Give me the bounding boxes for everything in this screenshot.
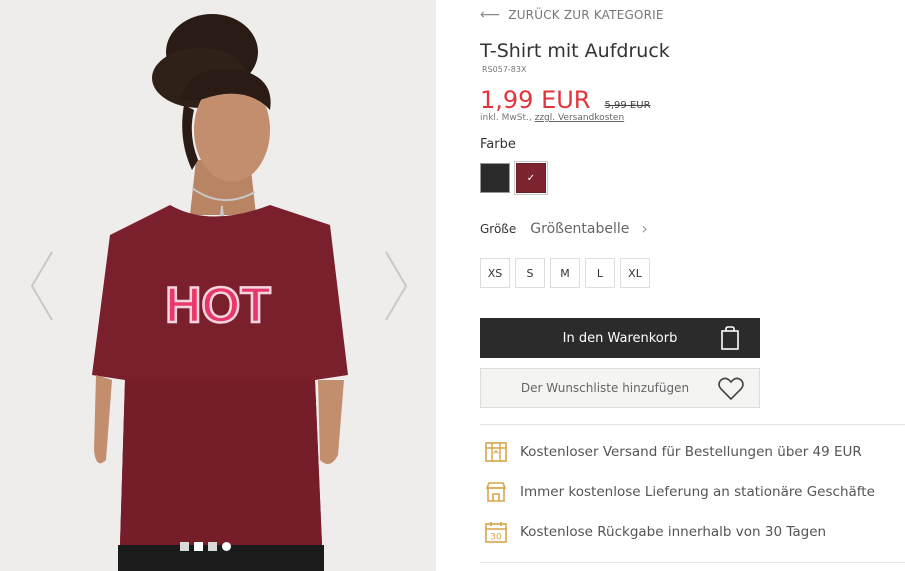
product-photo: HOT xyxy=(0,0,436,571)
color-swatch-burgundy[interactable]: ✓ xyxy=(514,161,548,195)
gallery-prev-arrow[interactable] xyxy=(28,250,58,322)
product-title: T-Shirt mit Aufdruck xyxy=(480,40,670,62)
size-label: Größe xyxy=(480,221,517,236)
benefit-item: Immer kostenlose Lieferung an stationäre… xyxy=(484,480,875,504)
size-options: XS S M L XL xyxy=(480,258,650,288)
benefit-item: 30 Kostenlose Rückgabe innerhalb von 30 … xyxy=(484,520,826,544)
gallery-dots xyxy=(180,542,231,551)
back-label: ZURÜCK ZUR KATEGORIE xyxy=(508,8,664,22)
color-swatch-black[interactable] xyxy=(480,163,510,193)
size-table-link[interactable]: Größentabelle xyxy=(530,221,629,237)
back-to-category-link[interactable]: ⟵ ZURÜCK ZUR KATEGORIE xyxy=(480,7,664,23)
svg-text:30: 30 xyxy=(490,533,502,543)
shirt-print-text: HOT xyxy=(165,277,271,333)
calendar-30-icon: 30 xyxy=(485,522,507,543)
gallery-dot[interactable] xyxy=(180,542,189,551)
benefit-item: Kostenloser Versand für Bestellungen übe… xyxy=(484,440,862,464)
product-sku: RS057-83X xyxy=(482,65,527,74)
divider xyxy=(480,424,905,425)
store-icon xyxy=(485,482,507,502)
checkmark-icon: ✓ xyxy=(526,172,536,184)
size-option-s[interactable]: S xyxy=(515,258,545,288)
benefit-text: Kostenloser Versand für Bestellungen übe… xyxy=(520,444,862,460)
size-row: Größe Größentabelle › xyxy=(480,219,648,238)
gallery-dot[interactable] xyxy=(194,542,203,551)
divider xyxy=(480,562,905,563)
gallery-dot[interactable] xyxy=(222,542,231,551)
price-row: 1,99 EUR 5,99 EUR xyxy=(480,86,651,114)
tax-text: inkl. MwSt., xyxy=(480,113,535,123)
shipping-box-icon xyxy=(485,442,507,462)
color-swatches: ✓ xyxy=(480,161,548,195)
gallery-next-arrow[interactable] xyxy=(380,250,410,322)
benefit-text: Kostenlose Rückgabe innerhalb von 30 Tag… xyxy=(520,524,827,540)
size-option-l[interactable]: L xyxy=(585,258,615,288)
size-option-xs[interactable]: XS xyxy=(480,258,510,288)
add-to-wishlist-label: Der Wunschliste hinzufügen xyxy=(520,381,690,395)
add-to-cart-label: In den Warenkorb xyxy=(562,330,678,346)
tax-info: inkl. MwSt., zzgl. Versandkosten xyxy=(480,113,624,123)
heart-icon xyxy=(718,377,744,401)
benefit-text: Immer kostenlose Lieferung an stationäre… xyxy=(520,484,875,500)
arrow-left-icon: ⟵ xyxy=(480,7,501,23)
shipping-costs-link[interactable]: zzgl. Versandkosten xyxy=(535,113,625,123)
current-price: 1,99 EUR xyxy=(480,86,591,114)
chevron-right-icon: › xyxy=(641,219,648,238)
add-to-cart-button[interactable]: In den Warenkorb xyxy=(480,318,760,358)
shopping-bag-icon xyxy=(721,326,739,350)
size-option-m[interactable]: M xyxy=(550,258,580,288)
product-details: ⟵ ZURÜCK ZUR KATEGORIE T-Shirt mit Aufdr… xyxy=(480,0,905,571)
product-gallery: HOT xyxy=(0,0,436,571)
size-option-xl[interactable]: XL xyxy=(620,258,650,288)
add-to-wishlist-button[interactable]: Der Wunschliste hinzufügen xyxy=(480,368,760,408)
color-label: Farbe xyxy=(480,137,516,152)
old-price: 5,99 EUR xyxy=(604,100,651,111)
gallery-dot[interactable] xyxy=(208,542,217,551)
